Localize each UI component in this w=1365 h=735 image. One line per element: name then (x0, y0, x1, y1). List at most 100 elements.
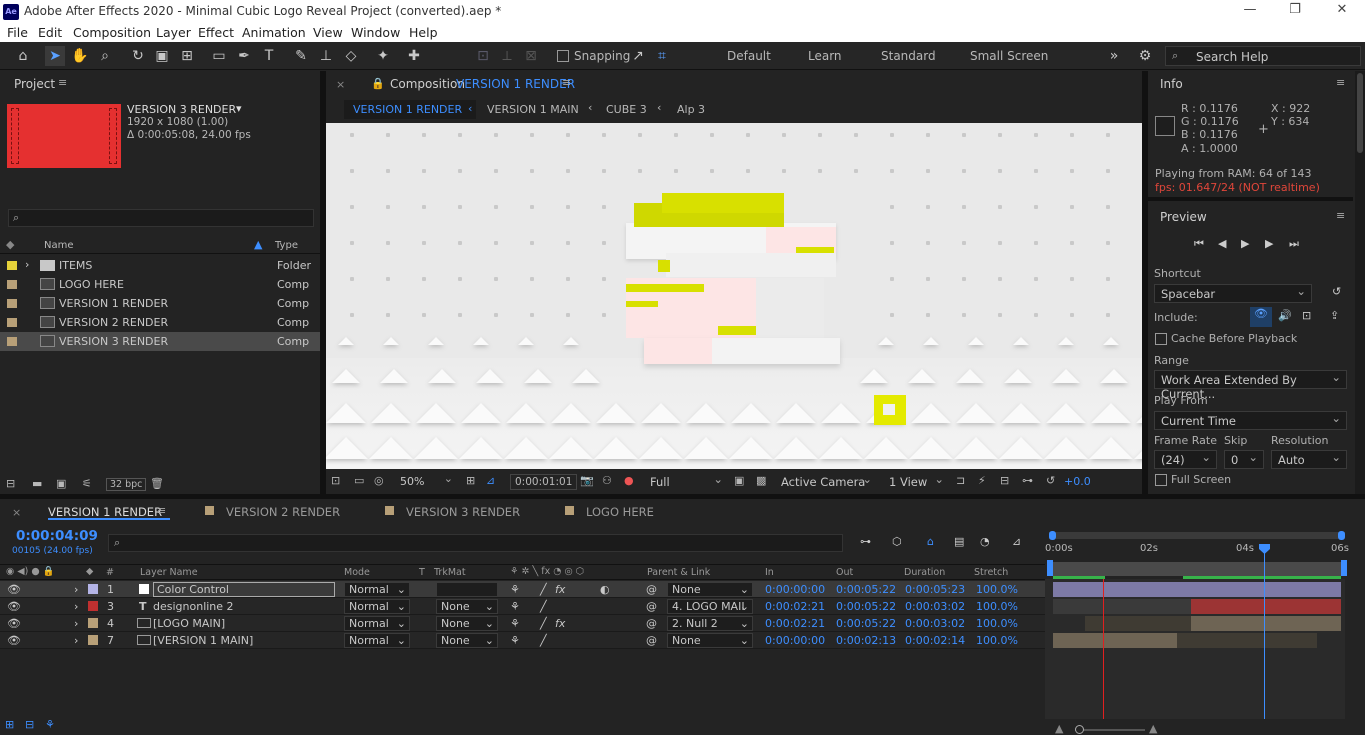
layer-duration[interactable]: 0:00:03:02 (905, 600, 965, 613)
work-area-end[interactable] (1341, 560, 1347, 576)
roi-icon[interactable]: ▣ (734, 474, 744, 487)
view-layout-dropdown[interactable]: 1 View (883, 472, 949, 491)
menu-help[interactable]: Help (409, 25, 438, 40)
fx-switch-icon[interactable]: fx (555, 583, 565, 596)
panel-menu-icon[interactable]: ≡ (562, 76, 571, 89)
layer-name[interactable]: [VERSION 1 MAIN] (153, 634, 253, 647)
timeline-search-input[interactable]: ⌕ (108, 534, 843, 552)
skip-dropdown[interactable]: 0 (1224, 450, 1264, 469)
navigator-end-handle[interactable] (1338, 531, 1345, 540)
menu-composition[interactable]: Composition (73, 25, 151, 40)
menu-edit[interactable]: Edit (38, 25, 62, 40)
camera-tool-icon[interactable]: ▣ (152, 46, 172, 66)
shy-switch-icon[interactable]: ⚘ (510, 634, 520, 647)
shortcut-dropdown[interactable]: Spacebar (1154, 284, 1312, 303)
layer-in[interactable]: 0:00:02:21 (765, 600, 825, 613)
trash-icon[interactable]: 🗑 (150, 477, 164, 490)
layer-out[interactable]: 0:00:05:22 (836, 617, 896, 630)
navigator-start-handle[interactable] (1049, 531, 1056, 540)
first-frame-icon[interactable]: ⏮ (1194, 237, 1204, 251)
panel-menu-icon[interactable]: ≡ (1336, 76, 1345, 89)
label-color[interactable] (7, 337, 17, 346)
quality-switch-icon[interactable]: ╱ (540, 600, 547, 613)
layer-switches-icon[interactable]: ⊞ (5, 718, 14, 731)
layer-duration[interactable]: 0:00:05:23 (905, 583, 965, 596)
sort-up-icon[interactable]: ▲ (254, 238, 262, 251)
fast-preview-icon[interactable]: ⚡ (978, 474, 986, 487)
motion-blur-icon[interactable]: ◔ (980, 535, 990, 548)
timeline-layer-row[interactable]: 👁 › 3 Tdesignonline 2 Normal ⌄ None ⌄ ⚘ ╱ @4. LOGO… (0, 598, 1045, 615)
breadcrumb-item[interactable]: Alp 3 (677, 103, 705, 116)
selection-tool-icon[interactable]: ➤ (45, 46, 65, 66)
timeline-tab[interactable]: VERSION 3 RENDER (406, 505, 520, 519)
puppet-tool-icon[interactable]: ✚ (404, 46, 424, 66)
trkmat-dropdown[interactable]: None ⌄ (436, 599, 498, 614)
new-comp-icon[interactable]: ▣ (56, 477, 66, 490)
parent-dropdown[interactable]: 2. Null 2 ⌄ (667, 616, 753, 631)
layer-mode-dropdown[interactable]: Normal ⌄ (344, 582, 410, 597)
fit-icon[interactable]: ⊞ (466, 474, 475, 487)
layer-bar-logo-main[interactable] (1191, 616, 1341, 631)
layer-label-color[interactable] (88, 584, 98, 594)
breadcrumb-item[interactable]: CUBE 3 (606, 103, 647, 116)
pickwhip-icon[interactable]: @ (646, 600, 657, 613)
frame-blending-icon[interactable]: ▤ (954, 535, 964, 548)
col-trkmat[interactable]: TrkMat (434, 567, 466, 578)
timeline-layer-row[interactable]: 👁 › 1 Color Control Normal ⌄ ⚘ ╱ fx ◐ @ None ⌄ 0:00:0… (0, 581, 1045, 598)
col-mode[interactable]: Mode (344, 567, 370, 578)
col-out[interactable]: Out (836, 567, 853, 578)
col-duration[interactable]: Duration (904, 567, 945, 578)
layer-name[interactable]: Color Control (153, 582, 335, 597)
play-icon[interactable]: ▶ (1241, 237, 1249, 250)
axis-world-icon[interactable]: ⟂ (497, 46, 517, 66)
layer-label-color[interactable] (88, 635, 98, 645)
layer-label-color[interactable] (88, 601, 98, 611)
adjustment-layer-icon[interactable]: ◐ (600, 583, 610, 596)
menu-window[interactable]: Window (351, 25, 400, 40)
quality-switch-icon[interactable]: ╱ (540, 617, 547, 630)
layer-stretch[interactable]: 100.0% (976, 634, 1018, 647)
clone-stamp-tool-icon[interactable]: ⊥ (316, 46, 336, 66)
snapping-checkbox[interactable] (557, 50, 569, 62)
chevron-right-icon[interactable]: › (25, 258, 29, 271)
work-area-start[interactable] (1047, 560, 1053, 576)
show-snapshot-icon[interactable]: ⚇ (602, 474, 612, 487)
breadcrumb-item[interactable]: VERSION 1 RENDER (353, 103, 462, 116)
include-video-icon[interactable]: 👁 (1250, 307, 1272, 327)
playhead-handle[interactable] (1259, 544, 1270, 554)
region-icon[interactable]: ⊿ (486, 474, 495, 487)
zoom-out-icon[interactable]: ▲ (1055, 722, 1063, 735)
trkmat-dropdown[interactable] (436, 582, 498, 597)
resolution-dropdown[interactable]: Full (644, 472, 728, 491)
trkmat-dropdown[interactable]: None ⌄ (436, 633, 498, 648)
layer-stretch[interactable]: 100.0% (976, 583, 1018, 596)
snap-grid-icon[interactable]: ⌗ (652, 46, 672, 66)
panel-menu-icon[interactable]: ≡ (58, 76, 67, 89)
shy-layers-icon[interactable]: ⌂ (927, 535, 934, 548)
monitor-icon[interactable]: ▭ (354, 474, 364, 487)
next-frame-icon[interactable]: ▶ (1265, 237, 1273, 250)
timeline-layer-row[interactable]: 👁 › 7 [VERSION 1 MAIN] Normal ⌄ None ⌄ ⚘ ╱ @ None ⌄ 0… (0, 632, 1045, 649)
trkmat-dropdown[interactable]: None ⌄ (436, 616, 498, 631)
col-layer-name[interactable]: Layer Name (140, 567, 198, 578)
project-item[interactable]: VERSION 2 RENDER Comp (0, 313, 320, 332)
always-preview-icon[interactable]: ⊡ (331, 474, 340, 487)
timeline-current-time[interactable]: 0:00:04:09 (16, 528, 98, 544)
layer-duration[interactable]: 0:00:03:02 (905, 617, 965, 630)
snapshot-icon[interactable]: 📷 (580, 474, 594, 487)
search-help-input[interactable]: Search Help (1196, 50, 1268, 64)
zoom-tool-icon[interactable]: ⌕ (95, 46, 115, 66)
resolution-dropdown[interactable]: Auto (1271, 450, 1347, 469)
exposure-value[interactable]: +0.0 (1064, 475, 1091, 488)
project-item[interactable]: › ITEMS Folder (0, 256, 320, 275)
flowchart-icon[interactable]: ⊶ (1022, 474, 1033, 487)
layer-out[interactable]: 0:00:05:22 (836, 600, 896, 613)
pen-tool-icon[interactable]: ✒ (234, 46, 254, 66)
layer-name[interactable]: designonline 2 (153, 600, 234, 613)
parent-dropdown[interactable]: None ⌄ (667, 633, 753, 648)
toggle-pixel-icon[interactable]: ⊐ (956, 474, 965, 487)
col-stretch[interactable]: Stretch (974, 567, 1008, 578)
project-search-input[interactable]: ⌕ (8, 209, 314, 227)
layer-duration[interactable]: 0:00:02:14 (905, 634, 965, 647)
brush-tool-icon[interactable]: ✎ (291, 46, 311, 66)
